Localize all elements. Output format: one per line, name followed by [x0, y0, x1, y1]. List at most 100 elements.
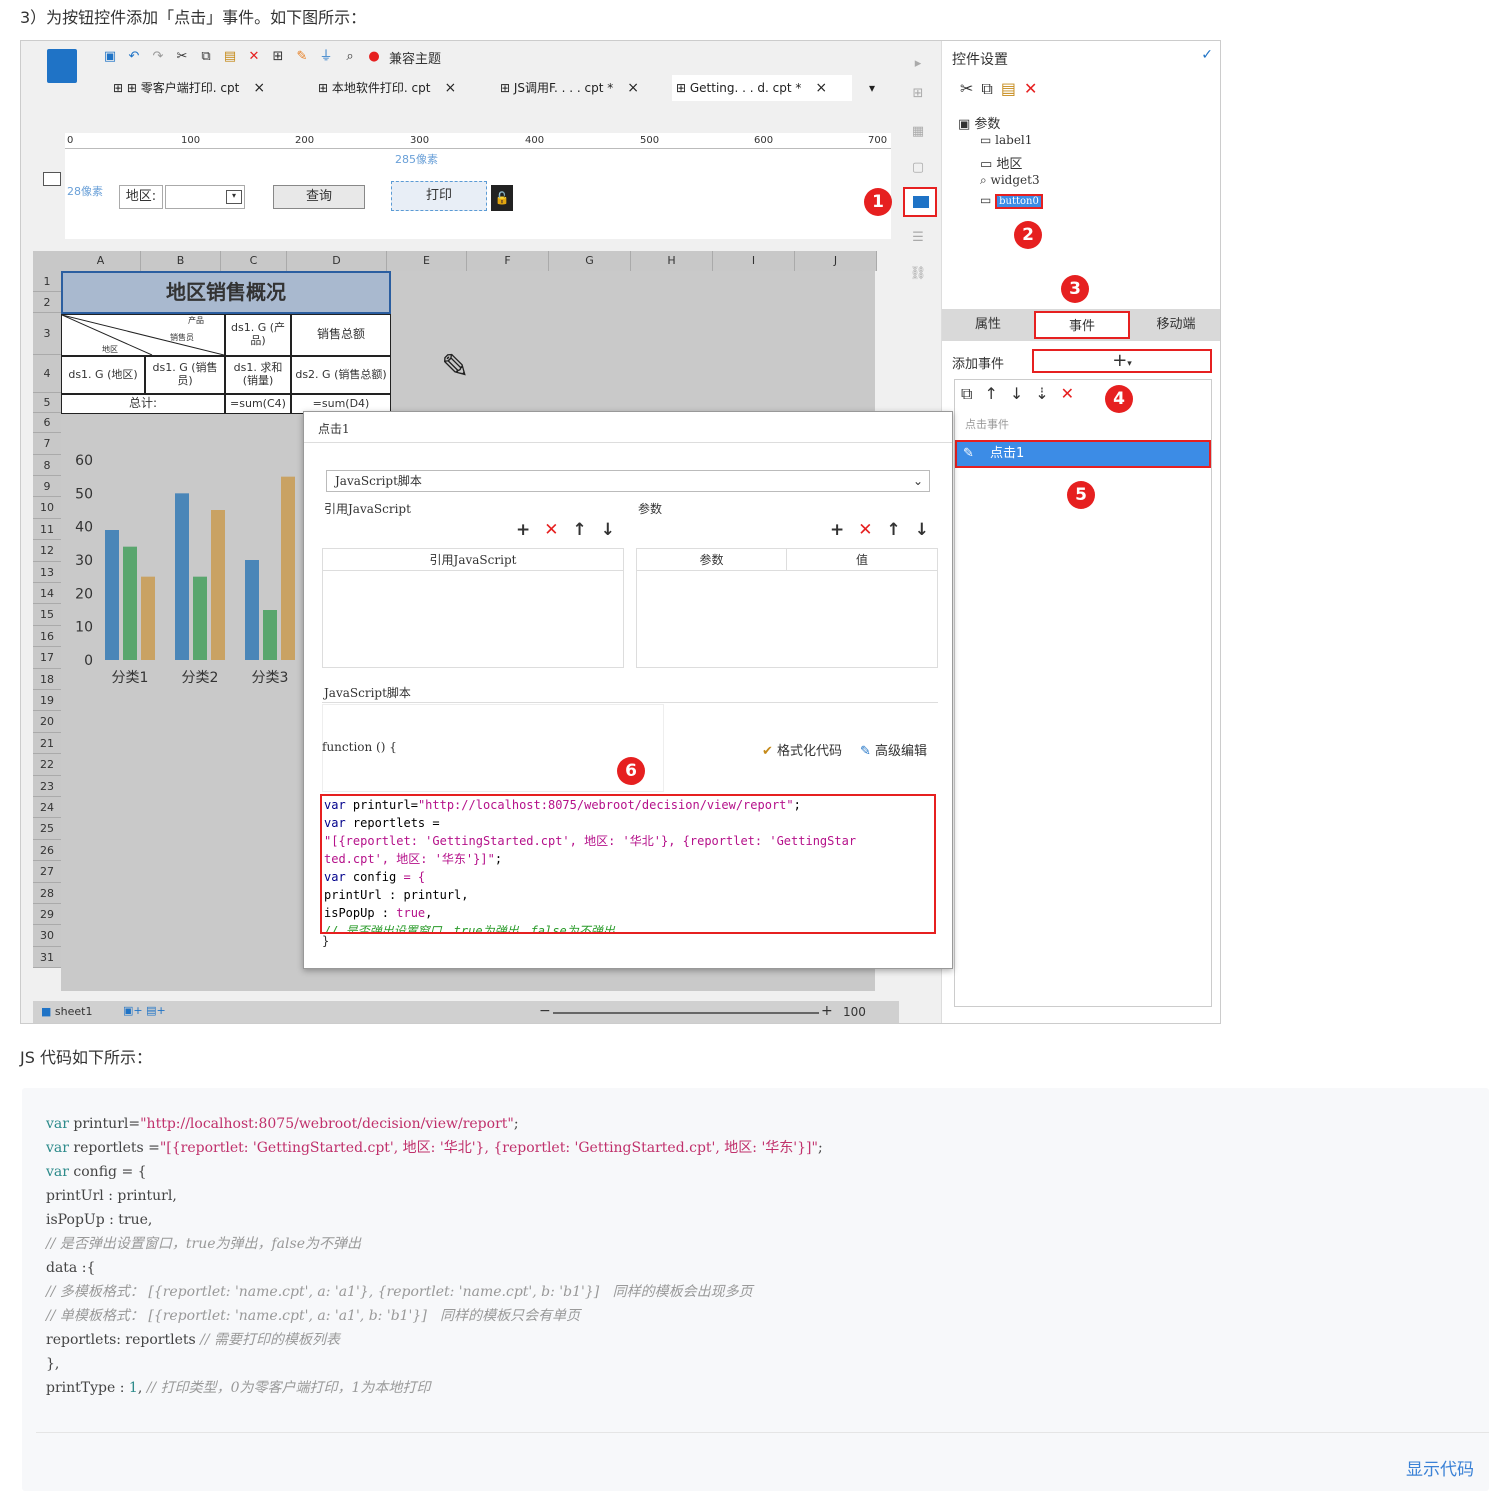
column-header[interactable]: I — [713, 251, 795, 271]
column-header[interactable]: H — [631, 251, 713, 271]
delete-icon[interactable]: ✕ — [858, 520, 872, 540]
arrow-down-icon[interactable]: ↓ — [915, 520, 929, 540]
region-combo[interactable]: ▾ — [165, 185, 245, 209]
print-button[interactable]: 打印 — [391, 181, 487, 211]
frame-icon[interactable]: ▢ — [909, 159, 927, 177]
row-header[interactable]: 12 — [33, 540, 61, 562]
copy-icon[interactable]: ⧉ — [981, 79, 992, 99]
add-sheet-icon[interactable]: ▣+ ▤+ — [123, 1004, 166, 1017]
arrow-up-icon[interactable]: ↑ — [573, 520, 587, 540]
copy-icon[interactable]: ⧉ — [197, 48, 215, 66]
row-header[interactable]: 13 — [33, 562, 61, 583]
arrow-down-icon[interactable]: ↓ — [601, 520, 615, 540]
compat-theme-button[interactable]: 兼容主题 — [389, 48, 441, 67]
column-header[interactable]: E — [387, 251, 467, 271]
list-icon[interactable]: ☰ — [909, 229, 927, 247]
paste-icon[interactable]: ▤ — [221, 48, 239, 66]
row-header[interactable]: 23 — [33, 776, 61, 797]
tree-item-button0[interactable]: ▭ button0 — [980, 193, 1043, 209]
tree-item-widget3[interactable]: ⌕ widget3 — [980, 173, 1040, 188]
row-header[interactable]: 4 — [33, 355, 61, 393]
tab-zero-client[interactable]: ⊞ ⊞ 零客户端打印. cpt × — [109, 75, 314, 101]
row-header[interactable]: 3 — [33, 313, 61, 355]
tab-menu-icon[interactable]: ▾ — [865, 75, 885, 101]
lock-icon[interactable]: 🔓 — [491, 185, 513, 211]
add-icon[interactable]: + — [516, 520, 530, 540]
row-header[interactable]: 10 — [33, 497, 61, 519]
delete-icon[interactable]: ✕ — [1061, 384, 1074, 404]
row-header[interactable]: 7 — [33, 433, 61, 455]
row-header[interactable]: 26 — [33, 840, 61, 861]
search-icon[interactable]: ⌕ — [341, 48, 359, 66]
add-icon[interactable]: + — [830, 520, 844, 540]
arrow-down-icon[interactable]: ↓ — [1010, 384, 1023, 404]
row-header[interactable]: 15 — [33, 604, 61, 626]
row-header[interactable]: 11 — [33, 519, 61, 540]
tab-local-print[interactable]: ⊞ 本地软件打印. cpt × — [314, 75, 496, 101]
column-header[interactable]: A — [61, 251, 141, 271]
redo-icon[interactable]: ↷ — [149, 48, 167, 66]
tree-item-label1[interactable]: ▭ label1 — [980, 133, 1032, 147]
column-header[interactable]: B — [141, 251, 221, 271]
query-button[interactable]: 查询 — [273, 185, 365, 209]
row-header[interactable]: 1 — [33, 271, 61, 292]
tab-events[interactable]: 事件 — [1034, 311, 1130, 339]
sort-icon[interactable]: ⇣ — [1035, 384, 1048, 404]
row-header[interactable]: 16 — [33, 626, 61, 647]
row-header[interactable]: 24 — [33, 797, 61, 818]
delete-icon[interactable]: ✕ — [544, 520, 558, 540]
event-item-click1[interactable]: ✎ 点击1 — [955, 440, 1211, 468]
alert-icon[interactable]: ● — [365, 48, 383, 66]
brush-icon[interactable]: ✎ — [293, 48, 311, 66]
copy-icon[interactable]: ⧉ — [961, 384, 972, 404]
column-header[interactable]: G — [549, 251, 631, 271]
column-header[interactable]: F — [467, 251, 549, 271]
row-header[interactable]: 20 — [33, 711, 61, 733]
layout-icon[interactable]: ▦ — [909, 123, 927, 141]
tab-js-call[interactable]: ⊞ JS调用F. . . . cpt * × — [496, 75, 672, 101]
paste-icon[interactable]: ▤ — [1001, 79, 1016, 99]
row-header[interactable]: 25 — [33, 818, 61, 840]
close-icon[interactable]: × — [627, 80, 639, 96]
code-editor[interactable]: var printurl="http://localhost:8075/webr… — [320, 794, 936, 934]
tab-getting-started[interactable]: ⊞ Getting. . . d. cpt * × — [672, 75, 852, 101]
arrow-up-icon[interactable]: ↑ — [887, 520, 901, 540]
column-header[interactable]: J — [795, 251, 877, 271]
undo-icon[interactable]: ↶ — [125, 48, 143, 66]
row-header[interactable]: 22 — [33, 754, 61, 776]
tree-item-region[interactable]: ▭ 地区 — [980, 153, 1022, 172]
cut-icon[interactable]: ✂ — [960, 79, 973, 99]
script-type-select[interactable]: JavaScript脚本 ⌄ — [326, 470, 930, 492]
row-header[interactable]: 30 — [33, 925, 61, 947]
format-code-button[interactable]: ✔ 格式化代码 — [762, 740, 842, 759]
arrow-right-icon[interactable]: ▸ — [909, 55, 927, 73]
dropdown-arrow-icon[interactable]: ▾ — [226, 190, 242, 204]
column-header[interactable]: D — [287, 251, 387, 271]
advanced-edit-button[interactable]: ✎ 高级编辑 — [860, 740, 927, 759]
tree-root[interactable]: ▣ 参数 — [958, 113, 1000, 132]
close-icon[interactable]: × — [253, 80, 265, 96]
tab-mobile[interactable]: 移动端 — [1130, 311, 1220, 339]
row-header[interactable]: 8 — [33, 455, 61, 476]
row-header[interactable]: 18 — [33, 669, 61, 690]
link-icon[interactable]: ⛓ — [909, 265, 927, 283]
row-header[interactable]: 29 — [33, 904, 61, 925]
row-header[interactable]: 28 — [33, 883, 61, 904]
sheet-tab[interactable]: ■ sheet1 — [41, 1005, 92, 1018]
widget-settings-icon[interactable] — [903, 187, 937, 217]
row-header[interactable]: 9 — [33, 476, 61, 497]
save-icon[interactable]: ▣ — [101, 48, 119, 66]
filter-icon[interactable]: ⏚ — [317, 48, 335, 66]
tab-properties[interactable]: 属性 — [942, 311, 1034, 339]
row-header[interactable]: 14 — [33, 583, 61, 604]
widget-icon[interactable] — [43, 172, 61, 186]
delete-icon[interactable]: ✕ — [1024, 79, 1037, 99]
widget-panel-icon[interactable]: ⊞ — [909, 85, 927, 103]
delete-icon[interactable]: ✕ — [245, 48, 263, 66]
preview-icon[interactable]: ⊞ — [269, 48, 287, 66]
row-header[interactable]: 21 — [33, 733, 61, 754]
row-header[interactable]: 17 — [33, 647, 61, 669]
row-header[interactable]: 31 — [33, 947, 61, 968]
zoom-minus-icon[interactable]: − — [539, 1003, 551, 1019]
column-header[interactable]: C — [221, 251, 287, 271]
